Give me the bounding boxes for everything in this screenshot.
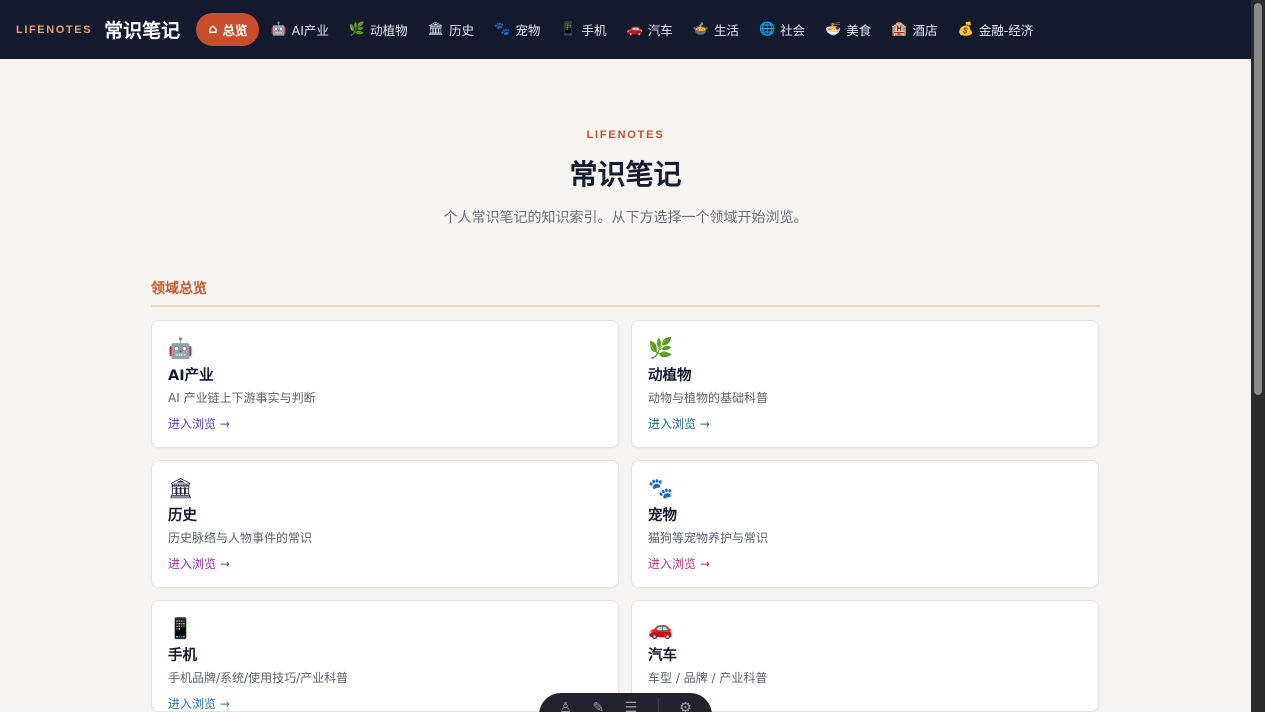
globe-icon: 🌐 <box>758 22 776 37</box>
nav-item-pets[interactable]: 🐾 宠物 <box>485 13 549 46</box>
mobile-phone-icon: 📱 <box>168 616 193 640</box>
settings-gear-icon[interactable]: ⚙ <box>679 700 692 712</box>
nav-item-label: 社会 <box>780 23 806 38</box>
classical-building-icon: 🏛 <box>168 476 194 500</box>
domain-card-flora-fauna[interactable]: 🌿 动植物 动物与植物的基础科普 进入浏览 → <box>631 320 1099 448</box>
section-divider <box>151 305 1100 307</box>
page-subtitle: 个人常识笔记的知识索引。从下方选择一个领域开始浏览。 <box>443 210 808 226</box>
hotel-icon: 🏨 <box>891 22 908 37</box>
robot-icon: 🤖 <box>168 336 193 360</box>
paw-prints-icon: 🐾 <box>648 476 673 500</box>
nav-item-label: 动植物 <box>370 23 408 38</box>
card-description: 历史脉络与人物事件的常识 <box>168 531 313 545</box>
nav-item-overview[interactable]: ⌂ 总览 <box>196 13 260 46</box>
nav-item-label: AI产业 <box>291 23 329 38</box>
mobile-phone-icon: 📱 <box>560 22 577 37</box>
car-icon: 🚗 <box>626 22 643 37</box>
nav-item-label: 宠物 <box>515 23 541 38</box>
card-browse-link[interactable]: 进入浏览 → <box>168 697 230 712</box>
nav-item-label: 手机 <box>581 23 607 38</box>
nav-item-finance[interactable]: 💰 金融-经济 <box>949 13 1043 46</box>
pointer-tool-icon[interactable]: ♙ <box>559 700 572 712</box>
nav-item-label: 金融-经济 <box>978 23 1034 38</box>
card-title: 手机 <box>168 648 197 664</box>
card-title: 汽车 <box>648 648 677 664</box>
herb-icon: 🌿 <box>648 336 673 360</box>
domain-card-ai-industry[interactable]: 🤖 AI产业 AI 产业链上下游事实与判断 进入浏览 → <box>151 320 619 448</box>
money-bag-icon: 💰 <box>957 22 974 37</box>
nav-item-label: 生活 <box>713 23 739 38</box>
nav-item-label: 汽车 <box>647 23 673 38</box>
nav-item-label: 美食 <box>846 23 872 38</box>
car-icon: 🚗 <box>648 616 673 640</box>
top-nav-bar: LIFENOTES 常识笔记 ⌂ 总览 🤖 AI产业 🌿 动植物 🏛 历史 🐾 … <box>0 0 1251 59</box>
card-browse-link[interactable]: 进入浏览 → <box>168 557 230 572</box>
card-description: 动物与植物的基础科普 <box>648 391 769 405</box>
nav-item-life[interactable]: 🍲 生活 <box>684 13 748 46</box>
page-title: 常识笔记 <box>569 158 682 191</box>
card-title: 宠物 <box>648 508 677 524</box>
nav-item-hotels[interactable]: 🏨 酒店 <box>882 13 946 46</box>
card-browse-link[interactable]: 进入浏览 → <box>648 417 710 432</box>
nav-item-history[interactable]: 🏛 历史 <box>419 13 484 46</box>
nav-item-label: 酒店 <box>912 23 938 38</box>
card-title: 动植物 <box>648 368 692 384</box>
floating-toolbar: ♙ ✎ ☰ ⚙ <box>539 693 712 712</box>
card-description: 车型 / 品牌 / 产业科普 <box>648 671 768 685</box>
pen-tool-icon[interactable]: ✎ <box>592 700 604 712</box>
domain-card-pets[interactable]: 🐾 宠物 猫狗等宠物养护与常识 进入浏览 → <box>631 460 1099 588</box>
scrollbar[interactable] <box>1251 0 1265 712</box>
toolbar-separator <box>657 698 659 712</box>
scrollbar-thumb[interactable] <box>1254 3 1262 395</box>
hero-eyebrow: LIFENOTES <box>586 129 665 141</box>
home-icon: ⌂ <box>208 22 218 37</box>
nav-item-flora-fauna[interactable]: 🌿 动植物 <box>340 13 417 46</box>
card-description: 手机品牌/系统/使用技巧/产业科普 <box>168 671 349 685</box>
nav-menu: ⌂ 总览 🤖 AI产业 🌿 动植物 🏛 历史 🐾 宠物 📱 手机 🚗 汽车 🍲 <box>196 13 1044 46</box>
pot-of-food-icon: 🍲 <box>692 22 709 37</box>
card-browse-link[interactable]: 进入浏览 → <box>648 557 710 572</box>
nav-item-label: 总览 <box>222 23 248 38</box>
section-title: 领域总览 <box>151 281 207 297</box>
card-description: 猫狗等宠物养护与常识 <box>648 531 769 545</box>
menu-icon[interactable]: ☰ <box>625 700 638 712</box>
nav-item-society[interactable]: 🌐 社会 <box>750 13 814 46</box>
nav-item-phones[interactable]: 📱 手机 <box>551 13 615 46</box>
herb-icon: 🌿 <box>348 22 366 37</box>
nav-item-ai-industry[interactable]: 🤖 AI产业 <box>261 13 337 46</box>
card-title: 历史 <box>168 508 197 524</box>
card-browse-link[interactable]: 进入浏览 → <box>168 417 230 432</box>
card-title: AI产业 <box>168 368 214 384</box>
nav-item-food[interactable]: 🍜 美食 <box>816 13 880 46</box>
card-description: AI 产业链上下游事实与判断 <box>168 391 316 405</box>
nav-item-label: 历史 <box>449 23 475 38</box>
paw-prints-icon: 🐾 <box>494 22 511 37</box>
classical-building-icon: 🏛 <box>427 22 445 37</box>
robot-icon: 🤖 <box>270 22 287 37</box>
brand-logo-text[interactable]: LIFENOTES <box>16 24 92 36</box>
noodle-bowl-icon: 🍜 <box>825 22 842 37</box>
domain-card-history[interactable]: 🏛 历史 历史脉络与人物事件的常识 进入浏览 → <box>151 460 619 588</box>
brand-title[interactable]: 常识笔记 <box>104 16 180 43</box>
nav-item-cars[interactable]: 🚗 汽车 <box>618 13 682 46</box>
